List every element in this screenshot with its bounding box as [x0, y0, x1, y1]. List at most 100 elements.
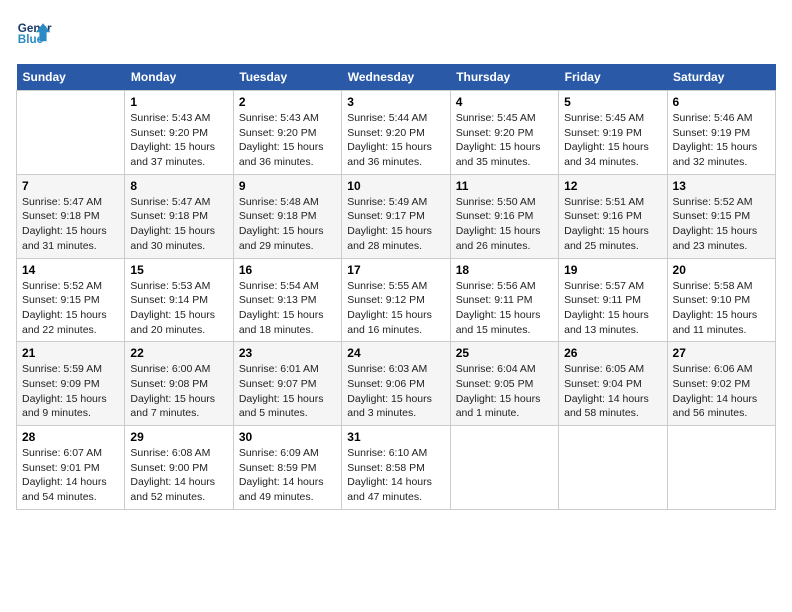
- day-header-friday: Friday: [559, 64, 667, 91]
- day-header-sunday: Sunday: [17, 64, 125, 91]
- day-number: 14: [22, 263, 119, 277]
- day-header-saturday: Saturday: [667, 64, 775, 91]
- calendar-cell: 7 Sunrise: 5:47 AM Sunset: 9:18 PM Daylig…: [17, 174, 125, 258]
- day-info: Sunrise: 5:44 AM Sunset: 9:20 PM Dayligh…: [347, 111, 444, 170]
- day-info: Sunrise: 5:58 AM Sunset: 9:10 PM Dayligh…: [673, 279, 770, 338]
- day-info: Sunrise: 6:01 AM Sunset: 9:07 PM Dayligh…: [239, 362, 336, 421]
- day-header-wednesday: Wednesday: [342, 64, 450, 91]
- calendar-cell: 2 Sunrise: 5:43 AM Sunset: 9:20 PM Daylig…: [233, 91, 341, 175]
- day-number: 24: [347, 346, 444, 360]
- day-number: 30: [239, 430, 336, 444]
- calendar-cell: 19Sunrise: 5:57 AM Sunset: 9:11 PM Dayli…: [559, 258, 667, 342]
- day-number: 5: [564, 95, 661, 109]
- day-info: Sunrise: 5:54 AM Sunset: 9:13 PM Dayligh…: [239, 279, 336, 338]
- calendar-cell: 30 Sunrise: 6:09 AM Sunset: 8:59 PM Dayli…: [233, 426, 341, 510]
- calendar-cell: 5Sunrise: 5:45 AM Sunset: 9:19 PM Daylig…: [559, 91, 667, 175]
- day-number: 9: [239, 179, 336, 193]
- day-number: 21: [22, 346, 119, 360]
- day-number: 26: [564, 346, 661, 360]
- day-number: 23: [239, 346, 336, 360]
- day-info: Sunrise: 5:45 AM Sunset: 9:20 PM Dayligh…: [456, 111, 553, 170]
- day-info: Sunrise: 6:05 AM Sunset: 9:04 PM Dayligh…: [564, 362, 661, 421]
- logo-icon: General Blue: [16, 16, 52, 52]
- day-info: Sunrise: 6:06 AM Sunset: 9:02 PM Dayligh…: [673, 362, 770, 421]
- days-header-row: SundayMondayTuesdayWednesdayThursdayFrid…: [17, 64, 776, 91]
- day-info: Sunrise: 6:00 AM Sunset: 9:08 PM Dayligh…: [130, 362, 227, 421]
- calendar-cell: 14Sunrise: 5:52 AM Sunset: 9:15 PM Dayli…: [17, 258, 125, 342]
- day-header-thursday: Thursday: [450, 64, 558, 91]
- day-info: Sunrise: 6:09 AM Sunset: 8:59 PM Dayligh…: [239, 446, 336, 505]
- day-info: Sunrise: 5:46 AM Sunset: 9:19 PM Dayligh…: [673, 111, 770, 170]
- week-row-2: 7 Sunrise: 5:47 AM Sunset: 9:18 PM Daylig…: [17, 174, 776, 258]
- day-info: Sunrise: 5:49 AM Sunset: 9:17 PM Dayligh…: [347, 195, 444, 254]
- calendar-cell: [450, 426, 558, 510]
- day-number: 28: [22, 430, 119, 444]
- calendar-cell: 16 Sunrise: 5:54 AM Sunset: 9:13 PM Dayli…: [233, 258, 341, 342]
- calendar-cell: 15 Sunrise: 5:53 AM Sunset: 9:14 PM Dayli…: [125, 258, 233, 342]
- calendar-cell: 18Sunrise: 5:56 AM Sunset: 9:11 PM Dayli…: [450, 258, 558, 342]
- calendar-cell: 17Sunrise: 5:55 AM Sunset: 9:12 PM Dayli…: [342, 258, 450, 342]
- calendar-cell: 8 Sunrise: 5:47 AM Sunset: 9:18 PM Daylig…: [125, 174, 233, 258]
- day-info: Sunrise: 5:52 AM Sunset: 9:15 PM Dayligh…: [673, 195, 770, 254]
- logo: General Blue: [16, 16, 52, 52]
- day-number: 25: [456, 346, 553, 360]
- calendar-cell: [667, 426, 775, 510]
- day-info: Sunrise: 6:07 AM Sunset: 9:01 PM Dayligh…: [22, 446, 119, 505]
- calendar-cell: 20 Sunrise: 5:58 AM Sunset: 9:10 PM Dayli…: [667, 258, 775, 342]
- calendar-cell: 29 Sunrise: 6:08 AM Sunset: 9:00 PM Dayli…: [125, 426, 233, 510]
- day-number: 20: [673, 263, 770, 277]
- day-number: 31: [347, 430, 444, 444]
- day-number: 17: [347, 263, 444, 277]
- day-number: 6: [673, 95, 770, 109]
- calendar-cell: 4 Sunrise: 5:45 AM Sunset: 9:20 PM Daylig…: [450, 91, 558, 175]
- day-number: 12: [564, 179, 661, 193]
- day-info: Sunrise: 5:47 AM Sunset: 9:18 PM Dayligh…: [130, 195, 227, 254]
- calendar-cell: 9 Sunrise: 5:48 AM Sunset: 9:18 PM Daylig…: [233, 174, 341, 258]
- day-number: 15: [130, 263, 227, 277]
- calendar-cell: 26 Sunrise: 6:05 AM Sunset: 9:04 PM Dayli…: [559, 342, 667, 426]
- calendar-cell: 31 Sunrise: 6:10 AM Sunset: 8:58 PM Dayli…: [342, 426, 450, 510]
- day-header-tuesday: Tuesday: [233, 64, 341, 91]
- calendar-cell: 28 Sunrise: 6:07 AM Sunset: 9:01 PM Dayli…: [17, 426, 125, 510]
- page-header: General Blue: [16, 16, 776, 52]
- day-number: 27: [673, 346, 770, 360]
- day-info: Sunrise: 6:04 AM Sunset: 9:05 PM Dayligh…: [456, 362, 553, 421]
- day-info: Sunrise: 6:03 AM Sunset: 9:06 PM Dayligh…: [347, 362, 444, 421]
- day-number: 7: [22, 179, 119, 193]
- day-number: 16: [239, 263, 336, 277]
- day-number: 22: [130, 346, 227, 360]
- day-info: Sunrise: 6:08 AM Sunset: 9:00 PM Dayligh…: [130, 446, 227, 505]
- day-info: Sunrise: 5:57 AM Sunset: 9:11 PM Dayligh…: [564, 279, 661, 338]
- calendar-cell: 12 Sunrise: 5:51 AM Sunset: 9:16 PM Dayli…: [559, 174, 667, 258]
- day-info: Sunrise: 5:53 AM Sunset: 9:14 PM Dayligh…: [130, 279, 227, 338]
- calendar-cell: 27 Sunrise: 6:06 AM Sunset: 9:02 PM Dayli…: [667, 342, 775, 426]
- day-info: Sunrise: 5:43 AM Sunset: 9:20 PM Dayligh…: [239, 111, 336, 170]
- day-info: Sunrise: 5:56 AM Sunset: 9:11 PM Dayligh…: [456, 279, 553, 338]
- calendar-cell: 3 Sunrise: 5:44 AM Sunset: 9:20 PM Daylig…: [342, 91, 450, 175]
- day-info: Sunrise: 5:47 AM Sunset: 9:18 PM Dayligh…: [22, 195, 119, 254]
- calendar-cell: 11 Sunrise: 5:50 AM Sunset: 9:16 PM Dayli…: [450, 174, 558, 258]
- day-number: 10: [347, 179, 444, 193]
- day-number: 2: [239, 95, 336, 109]
- day-info: Sunrise: 5:48 AM Sunset: 9:18 PM Dayligh…: [239, 195, 336, 254]
- day-info: Sunrise: 5:43 AM Sunset: 9:20 PM Dayligh…: [130, 111, 227, 170]
- day-number: 29: [130, 430, 227, 444]
- day-info: Sunrise: 6:10 AM Sunset: 8:58 PM Dayligh…: [347, 446, 444, 505]
- day-info: Sunrise: 5:50 AM Sunset: 9:16 PM Dayligh…: [456, 195, 553, 254]
- day-number: 11: [456, 179, 553, 193]
- week-row-4: 21 Sunrise: 5:59 AM Sunset: 9:09 PM Dayli…: [17, 342, 776, 426]
- day-info: Sunrise: 5:59 AM Sunset: 9:09 PM Dayligh…: [22, 362, 119, 421]
- calendar-cell: 13Sunrise: 5:52 AM Sunset: 9:15 PM Dayli…: [667, 174, 775, 258]
- day-number: 4: [456, 95, 553, 109]
- calendar-cell: [559, 426, 667, 510]
- day-number: 8: [130, 179, 227, 193]
- day-number: 1: [130, 95, 227, 109]
- day-info: Sunrise: 5:51 AM Sunset: 9:16 PM Dayligh…: [564, 195, 661, 254]
- calendar-cell: 25 Sunrise: 6:04 AM Sunset: 9:05 PM Dayli…: [450, 342, 558, 426]
- day-number: 3: [347, 95, 444, 109]
- week-row-3: 14Sunrise: 5:52 AM Sunset: 9:15 PM Dayli…: [17, 258, 776, 342]
- day-header-monday: Monday: [125, 64, 233, 91]
- calendar-cell: 23 Sunrise: 6:01 AM Sunset: 9:07 PM Dayli…: [233, 342, 341, 426]
- calendar-cell: 6 Sunrise: 5:46 AM Sunset: 9:19 PM Daylig…: [667, 91, 775, 175]
- calendar-cell: 24 Sunrise: 6:03 AM Sunset: 9:06 PM Dayli…: [342, 342, 450, 426]
